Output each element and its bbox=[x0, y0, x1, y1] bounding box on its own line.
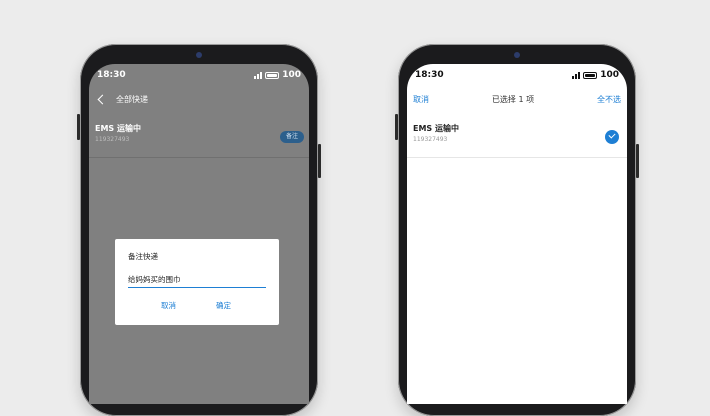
select-none-button[interactable]: 全不选 bbox=[597, 94, 621, 105]
nav-bar: 全部快递 bbox=[89, 88, 309, 110]
status-bar: 18:30 100 bbox=[89, 64, 309, 86]
page-title: 全部快递 bbox=[116, 94, 148, 104]
item-title: EMS 运输中 bbox=[95, 124, 141, 133]
confirm-button[interactable]: 确定 bbox=[216, 300, 231, 311]
dialog-title: 备注快递 bbox=[128, 252, 158, 261]
screen-left: 18:30 100 全部快递 EMS 运输中 119327493 备注 备注快递… bbox=[89, 64, 309, 404]
phone-left: 18:30 100 全部快递 EMS 运输中 119327493 备注 备注快递… bbox=[77, 44, 321, 416]
battery-icon bbox=[265, 71, 280, 79]
front-camera bbox=[514, 52, 520, 58]
item-title: EMS 运输中 bbox=[413, 124, 459, 133]
cancel-selection-button[interactable]: 取消 bbox=[413, 94, 429, 105]
list-item[interactable]: EMS 运输中 119327493 bbox=[407, 116, 627, 158]
signal-icon bbox=[572, 71, 581, 79]
status-bar: 18:30 100 bbox=[407, 64, 627, 86]
status-time: 18:30 bbox=[415, 70, 444, 80]
selection-count: 已选择 1 项 bbox=[491, 94, 535, 104]
power-button bbox=[636, 144, 639, 178]
battery-level: 100 bbox=[600, 70, 619, 80]
cancel-button[interactable]: 取消 bbox=[161, 300, 176, 311]
list-item[interactable]: EMS 运输中 119327493 备注 bbox=[89, 116, 309, 158]
checkmark-icon[interactable] bbox=[605, 130, 619, 144]
volume-button bbox=[77, 114, 80, 140]
volume-button bbox=[395, 114, 398, 140]
note-input[interactable]: 给妈妈买的围巾 bbox=[128, 274, 266, 288]
tracking-number: 119327493 bbox=[413, 136, 448, 143]
battery-icon bbox=[583, 71, 598, 79]
tracking-number: 119327493 bbox=[95, 136, 130, 143]
signal-icon bbox=[254, 71, 263, 79]
note-dialog: 备注快递 给妈妈买的围巾 取消 确定 bbox=[115, 239, 279, 325]
note-button[interactable]: 备注 bbox=[280, 131, 304, 143]
power-button bbox=[318, 144, 321, 178]
battery-level: 100 bbox=[282, 70, 301, 80]
front-camera bbox=[196, 52, 202, 58]
selection-bar: 取消 已选择 1 项 全不选 bbox=[407, 88, 627, 110]
phone-right: 18:30 100 取消 已选择 1 项 全不选 EMS 运输中 1193274… bbox=[395, 44, 639, 416]
status-time: 18:30 bbox=[97, 70, 126, 80]
screen-right: 18:30 100 取消 已选择 1 项 全不选 EMS 运输中 1193274… bbox=[407, 64, 627, 404]
back-icon[interactable] bbox=[97, 94, 108, 104]
